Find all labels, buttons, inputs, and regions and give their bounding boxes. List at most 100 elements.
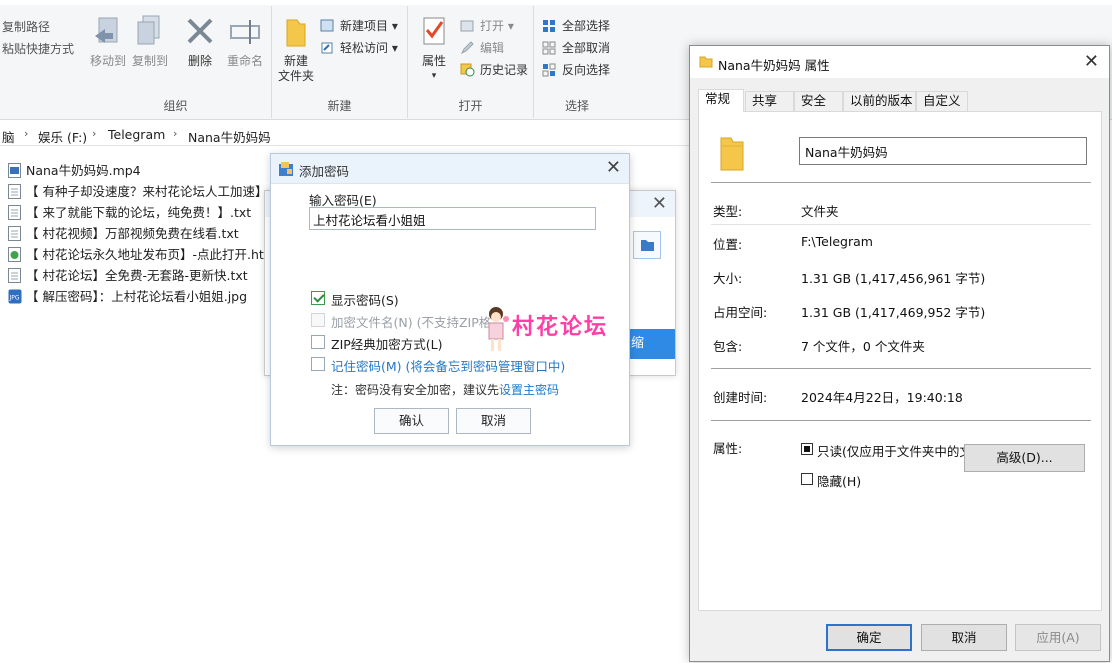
folder-icon [719, 134, 747, 172]
location-value: F:\Telegram [801, 234, 873, 249]
ribbon-group-organize: 移动到 复制到 删除 重命名 组织 [80, 6, 272, 118]
set-master-password-link[interactable]: 设置主密码 [499, 383, 559, 397]
easy-access-button[interactable]: 轻松访问 ▾ [320, 38, 398, 58]
cancel-button[interactable]: 取消 [456, 408, 531, 434]
open-icon [460, 19, 475, 33]
hidden-checkbox[interactable] [801, 473, 813, 485]
zip-classic-checkbox[interactable] [311, 335, 325, 349]
folder-name-input[interactable]: Nana牛奶妈妈 [799, 137, 1087, 165]
contains-label: 包含: [713, 339, 743, 354]
tab-general[interactable]: 常规 [698, 89, 744, 112]
history-button[interactable]: 历史记录 [460, 60, 528, 80]
readonly-checkbox[interactable] [801, 443, 813, 455]
mascot-girl-icon [488, 307, 509, 351]
image-file-icon: JPG [8, 289, 22, 304]
list-item[interactable]: JPG 【 解压密码】：上村花论坛看小姐姐.jpg [0, 286, 270, 307]
paste-shortcut-button[interactable]: 粘贴快捷方式 [2, 40, 74, 57]
invert-selection-button[interactable]: 反向选择 [542, 60, 610, 80]
edit-icon [460, 41, 475, 55]
encrypt-filenames-checkbox[interactable] [311, 313, 325, 327]
separator [711, 182, 1091, 183]
list-item[interactable]: 【 村花论坛永久地址发布页】-点此打开.htm [0, 244, 270, 265]
created-label: 创建时间: [713, 390, 768, 405]
tab-security[interactable]: 安全 [794, 91, 843, 111]
zip-classic-label: ZIP经典加密方式(L) [331, 337, 443, 352]
easy-access-icon [320, 41, 335, 55]
type-label: 类型: [713, 204, 743, 219]
video-file-icon [8, 163, 21, 178]
ribbon-group-select: 全部选择 全部取消 反向选择 选择 [534, 6, 620, 118]
location-label: 位置: [713, 237, 743, 252]
select-none-button[interactable]: 全部取消 [542, 38, 610, 58]
confirm-button[interactable]: 确认 [374, 408, 449, 434]
close-icon[interactable]: ✕ [652, 193, 667, 214]
select-all-icon [542, 19, 557, 33]
dropdown-arrow-icon: ▾ [391, 41, 398, 55]
select-none-icon [542, 41, 557, 55]
list-item[interactable]: 【 村花论坛】全免费-无套路-更新快.txt [0, 265, 270, 286]
tab-previous-versions[interactable]: 以前的版本 [843, 91, 916, 111]
separator [711, 368, 1091, 369]
general-panel: Nana牛奶妈妈 类型: 文件夹 位置: F:\Telegram 大小: 1.3… [698, 111, 1102, 611]
dropdown-arrow-icon: ▾ [431, 71, 437, 81]
select-all-button[interactable]: 全部选择 [542, 16, 610, 36]
breadcrumb-item[interactable]: Telegram [108, 127, 165, 142]
dialog-title: 添加密码 [299, 164, 350, 179]
breadcrumb-item[interactable]: 脑 [2, 127, 15, 146]
tab-sharing[interactable]: 共享 [745, 91, 794, 111]
disk-usage-label: 占用空间: [713, 305, 768, 320]
cancel-button[interactable]: 取消 [921, 624, 1007, 651]
properties-dialog: Nana牛奶妈妈 属性 ✕ 常规 共享 安全 以前的版本 自定义 Nana牛奶妈… [689, 45, 1110, 662]
breadcrumb-chevron-icon: › [173, 127, 178, 140]
dropdown-arrow-icon: ▾ [391, 19, 398, 33]
browse-folder-button[interactable] [633, 231, 661, 259]
breadcrumb-item[interactable]: Nana牛奶妈妈 [188, 127, 271, 146]
apply-button[interactable]: 应用(A) [1015, 624, 1101, 651]
text-file-icon [8, 226, 21, 241]
address-bar[interactable]: 脑 › 娱乐 (F:) › Telegram › Nana牛奶妈妈 [0, 124, 690, 146]
new-folder-icon [279, 14, 313, 52]
show-password-label: 显示密码(S) [331, 293, 399, 308]
remember-password-checkbox[interactable] [311, 357, 325, 371]
rename-icon [228, 14, 262, 52]
select-group-label: 选择 [564, 99, 589, 113]
rename-button[interactable]: 重命名 [222, 14, 268, 69]
password-input[interactable]: 上村花论坛看小姐姐 [309, 207, 596, 230]
dialog-header: 添加密码 ✕ [271, 154, 629, 184]
list-item[interactable]: 【 来了就能下载的论坛，纯免费！】.txt [0, 202, 270, 223]
properties-button[interactable]: 属性 ▾ [414, 14, 454, 84]
ribbon-group-new: 新建 文件夹 新建项目 ▾ 轻松访问 ▾ 新建 [272, 6, 408, 118]
list-item[interactable]: 【 村花视频】万部视频免费在线看.txt [0, 223, 270, 244]
properties-check-icon [417, 14, 451, 52]
ok-button[interactable]: 确定 [826, 624, 912, 651]
history-icon [460, 63, 475, 77]
text-file-icon [8, 205, 21, 220]
move-to-button[interactable]: 移动到 [88, 14, 128, 69]
new-item-button[interactable]: 新建项目 ▾ [320, 16, 398, 36]
delete-button[interactable]: 删除 [182, 14, 218, 69]
size-value: 1.31 GB (1,417,456,961 字节) [801, 271, 986, 286]
list-item[interactable]: 【 有种子却没速度？来村花论坛人工加速】.t [0, 181, 270, 202]
html-file-icon [8, 247, 21, 262]
advanced-button[interactable]: 高级(D)... [964, 444, 1085, 472]
archive-lock-icon [278, 161, 294, 177]
open-button[interactable]: 打开 ▾ [460, 16, 514, 36]
copy-to-icon [133, 14, 167, 52]
list-item[interactable]: Nana牛奶妈妈.mp4 [0, 160, 270, 181]
close-icon[interactable]: ✕ [1084, 51, 1099, 72]
attributes-label: 属性: [713, 441, 743, 456]
contains-value: 7 个文件，0 个文件夹 [801, 339, 925, 354]
edit-button[interactable]: 编辑 [460, 38, 504, 58]
breadcrumb-item[interactable]: 娱乐 (F:) [38, 127, 87, 146]
size-label: 大小: [713, 271, 743, 286]
copy-to-button[interactable]: 复制到 [130, 14, 170, 69]
dialog-title: Nana牛奶妈妈 属性 [718, 58, 830, 73]
type-value: 文件夹 [801, 204, 839, 219]
new-folder-button[interactable]: 新建 文件夹 [276, 14, 316, 84]
separator [711, 420, 1091, 421]
close-icon[interactable]: ✕ [606, 157, 621, 179]
tab-customize[interactable]: 自定义 [916, 91, 968, 111]
show-password-checkbox[interactable] [311, 291, 325, 305]
open-group-label: 打开 [458, 99, 483, 113]
copy-path-button[interactable]: 复制路径 [2, 18, 50, 35]
